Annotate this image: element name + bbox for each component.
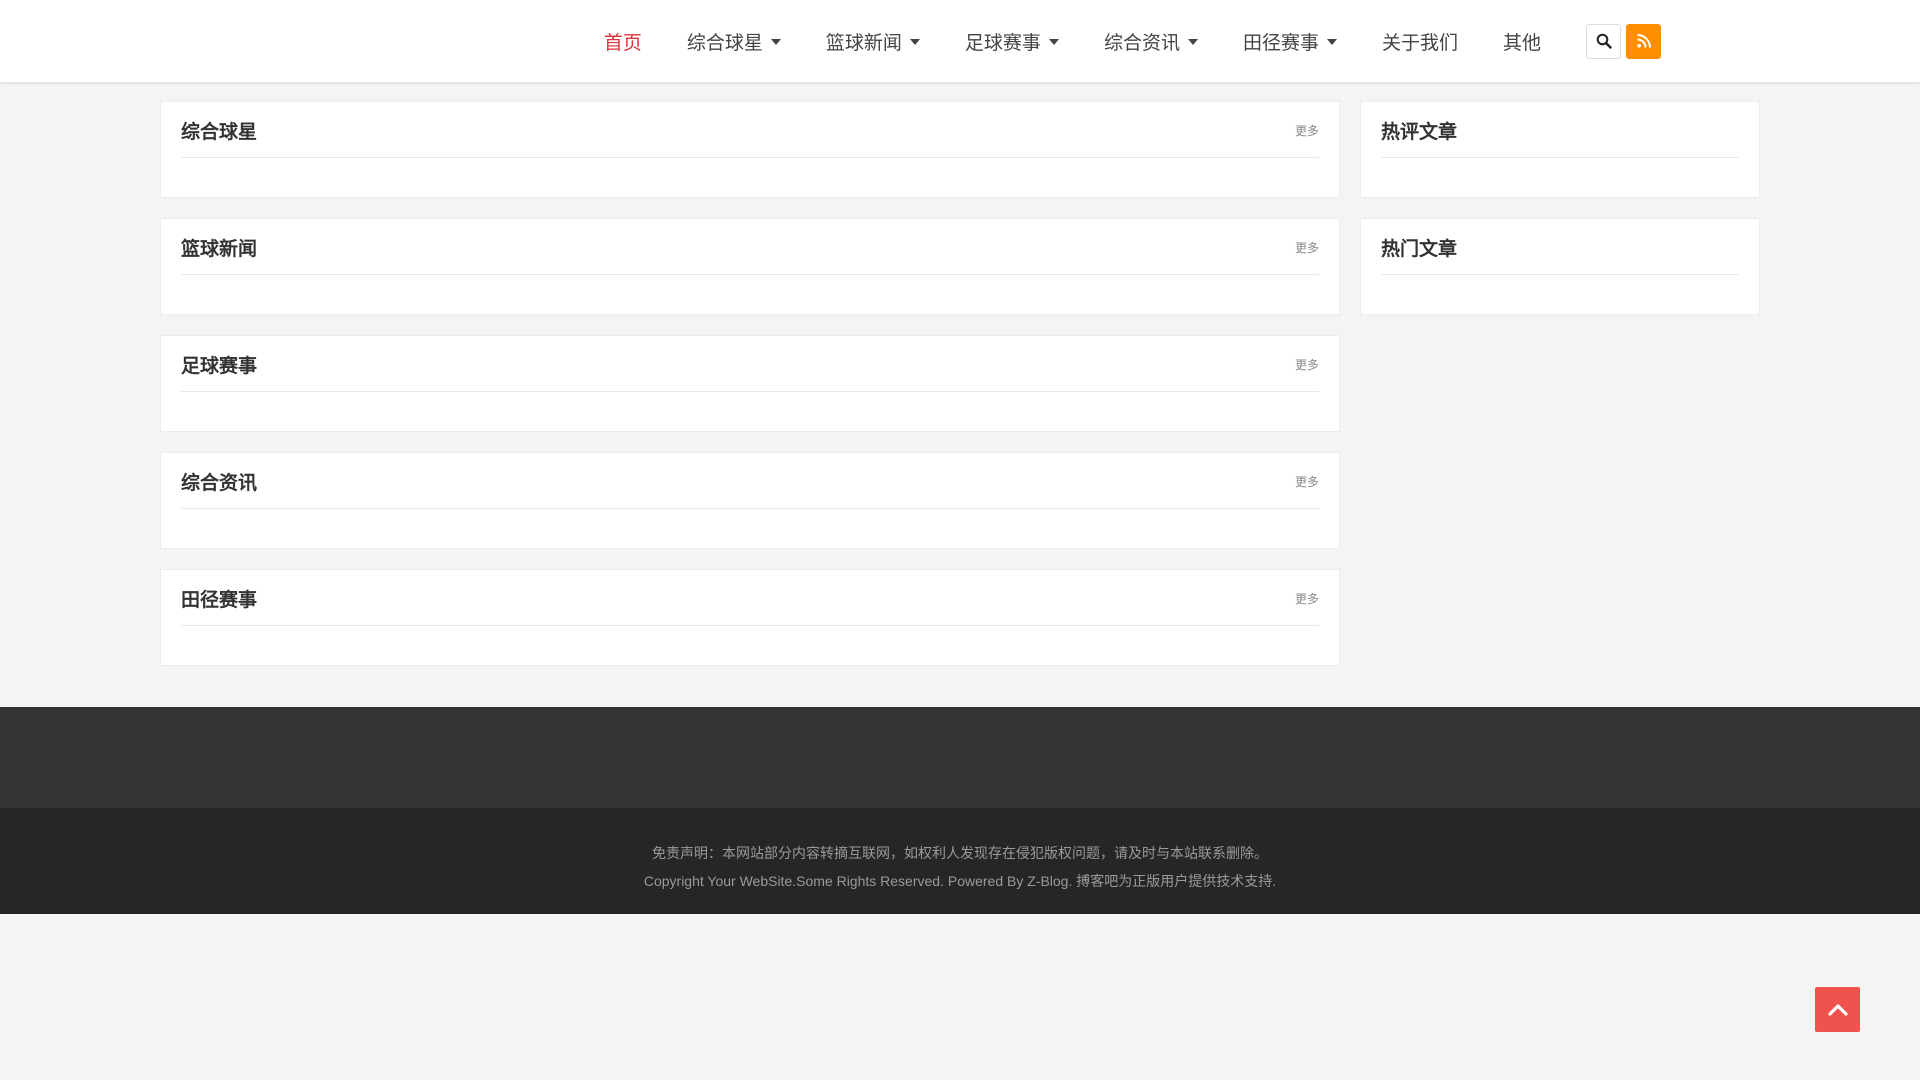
search-button[interactable] (1586, 23, 1621, 59)
sidebar-widget-title: 热评文章 (1381, 122, 1458, 143)
sidebar-widget: 热门文章 (1360, 218, 1760, 315)
nav-item-basketball[interactable]: 篮球新闻 (826, 28, 920, 55)
caret-down-icon (1048, 39, 1059, 45)
footer-widgets-area (0, 707, 1920, 808)
category-box-header: 篮球新闻 更多 (181, 219, 1319, 275)
search-icon (1596, 33, 1612, 49)
sidebar-widget-header: 热门文章 (1381, 219, 1739, 275)
site-header: 首页 综合球星 篮球新闻 足球赛事 综合资讯 田径赛事 关于我们 其他 (0, 0, 1920, 82)
category-box: 田径赛事 更多 (160, 569, 1340, 666)
category-box-header: 足球赛事 更多 (181, 336, 1319, 392)
nav-item-news[interactable]: 综合资讯 (1104, 28, 1198, 55)
rss-icon (1636, 34, 1651, 48)
sidebar-widget-title: 热门文章 (1381, 239, 1458, 260)
more-link[interactable]: 更多 (1295, 590, 1319, 607)
category-title[interactable]: 综合球星 (181, 117, 257, 144)
nav-item-athletics[interactable]: 田径赛事 (1243, 28, 1337, 55)
nav-item-stars[interactable]: 综合球星 (687, 28, 781, 55)
category-title[interactable]: 足球赛事 (181, 351, 257, 378)
category-title[interactable]: 田径赛事 (181, 585, 257, 612)
back-to-top-button[interactable] (1815, 987, 1860, 1032)
sidebar: 热评文章 热门文章 (1360, 101, 1760, 335)
more-link[interactable]: 更多 (1295, 239, 1319, 256)
category-box: 足球赛事 更多 (160, 335, 1340, 432)
category-box-header: 田径赛事 更多 (181, 570, 1319, 626)
sidebar-widget-header: 热评文章 (1381, 102, 1739, 158)
footer: 免责声明：本网站部分内容转摘互联网，如权利人发现存在侵犯版权问题，请及时与本站联… (0, 808, 1920, 914)
chevron-up-icon (1827, 1003, 1848, 1016)
category-title[interactable]: 篮球新闻 (181, 234, 257, 261)
more-link[interactable]: 更多 (1295, 356, 1319, 373)
category-title[interactable]: 综合资讯 (181, 468, 257, 495)
footer-disclaimer: 免责声明：本网站部分内容转摘互联网，如权利人发现存在侵犯版权问题，请及时与本站联… (652, 845, 1268, 861)
rss-button[interactable] (1626, 23, 1661, 59)
main-nav: 首页 综合球星 篮球新闻 足球赛事 综合资讯 田径赛事 关于我们 其他 (559, 0, 1661, 82)
category-box: 篮球新闻 更多 (160, 218, 1340, 315)
caret-down-icon (909, 39, 920, 45)
nav-item-other[interactable]: 其他 (1503, 28, 1541, 55)
more-link[interactable]: 更多 (1295, 473, 1319, 490)
nav-item-home[interactable]: 首页 (604, 28, 642, 55)
nav-item-about[interactable]: 关于我们 (1382, 28, 1458, 55)
main-column: 综合球星 更多 篮球新闻 更多 足球赛事 更多 综合资讯 更多 田径赛事 更多 (160, 101, 1340, 686)
footer-copyright: Copyright Your WebSite.Some Rights Reser… (643, 873, 1277, 889)
category-box: 综合资讯 更多 (160, 452, 1340, 549)
caret-down-icon (1326, 39, 1337, 45)
sidebar-widget: 热评文章 (1360, 101, 1760, 198)
category-box: 综合球星 更多 (160, 101, 1340, 198)
category-box-header: 综合资讯 更多 (181, 453, 1319, 509)
category-box-header: 综合球星 更多 (181, 102, 1319, 158)
more-link[interactable]: 更多 (1295, 122, 1319, 139)
caret-down-icon (770, 39, 781, 45)
caret-down-icon (1187, 39, 1198, 45)
nav-item-football[interactable]: 足球赛事 (965, 28, 1059, 55)
